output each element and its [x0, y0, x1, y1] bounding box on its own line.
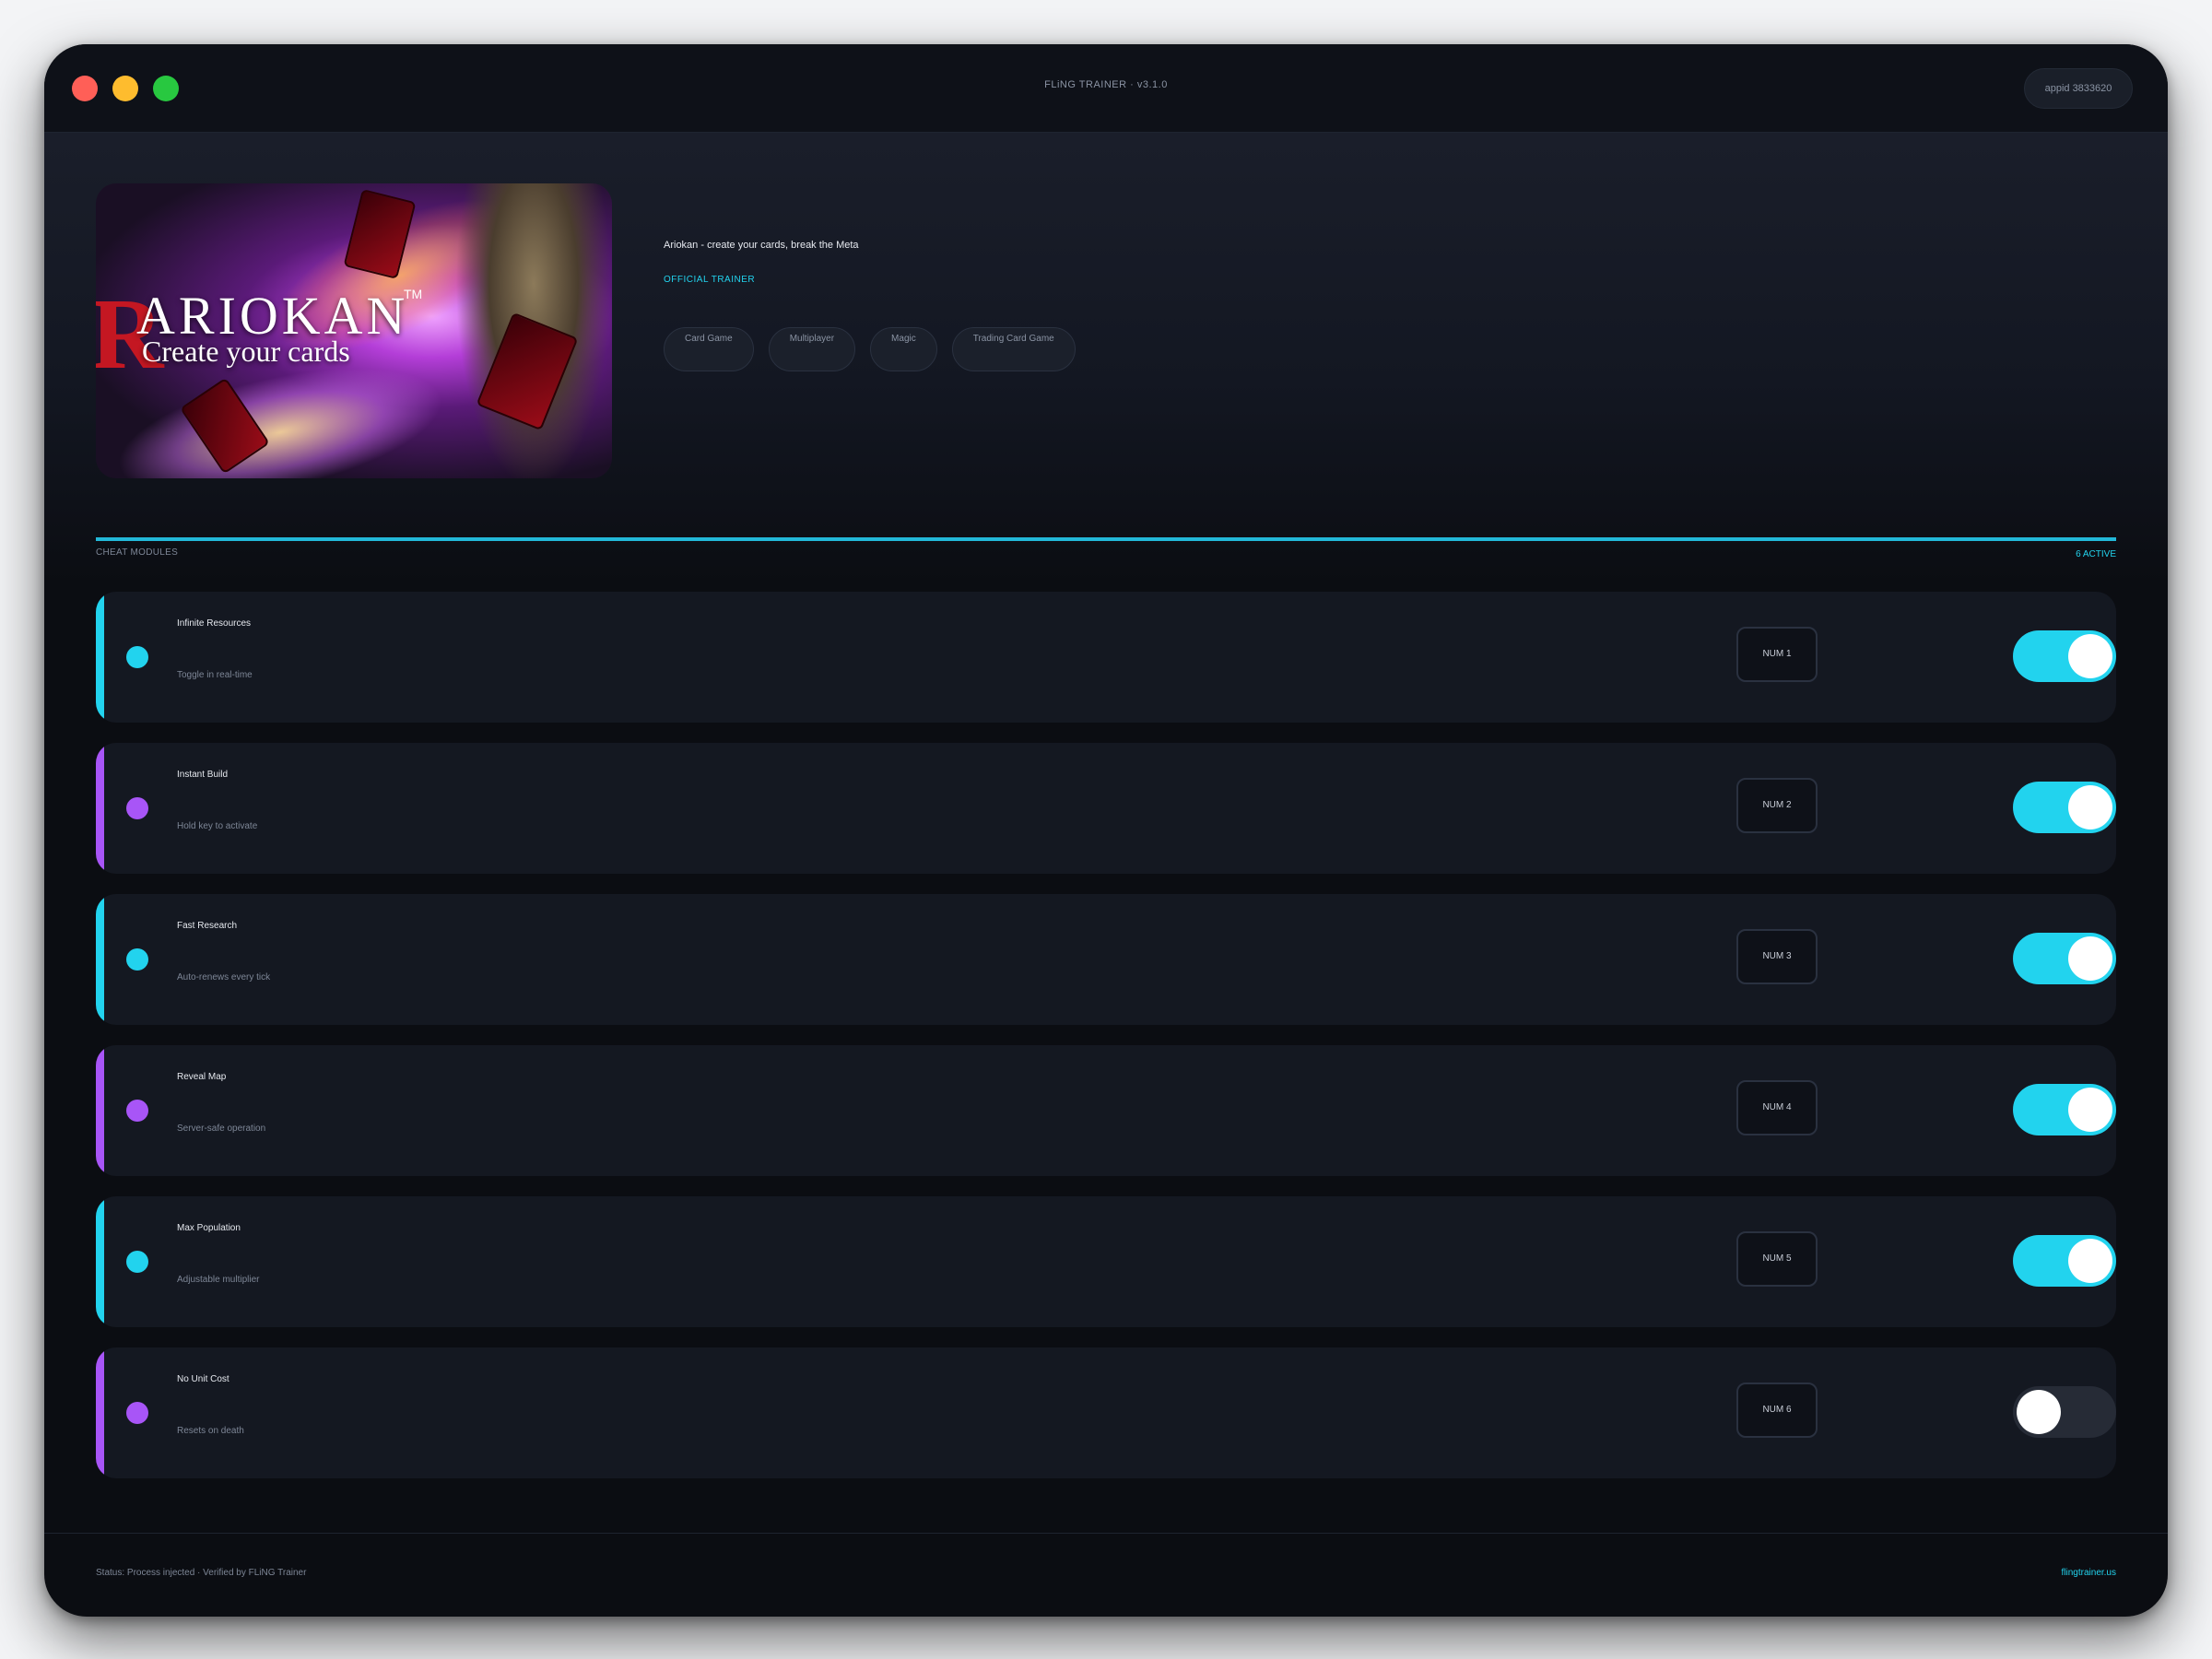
genre-tags: Card Game Multiplayer Magic Trading Card… [664, 327, 1076, 371]
cheat-row: No Unit Cost Resets on death NUM 6 [96, 1347, 2116, 1478]
accent-bar [96, 1196, 104, 1327]
tag-multiplayer[interactable]: Multiplayer [768, 327, 856, 371]
status-indicator-dot [126, 1100, 148, 1122]
status-indicator-dot [126, 1251, 148, 1273]
cheat-toggle[interactable] [2013, 1386, 2116, 1438]
official-trainer-label: OFFICIAL TRAINER [664, 275, 756, 285]
accent-bar [96, 894, 104, 1025]
section-divider [96, 537, 2116, 541]
cheat-toggle[interactable] [2013, 1235, 2116, 1287]
cheat-row: Instant Build Hold key to activate NUM 2 [96, 743, 2116, 874]
hotkey-button[interactable]: NUM 2 [1736, 778, 1818, 833]
footer-divider [44, 1533, 2168, 1534]
hotkey-button[interactable]: NUM 1 [1736, 627, 1818, 682]
cheat-row: Fast Research Auto-renews every tick NUM 3 [96, 894, 2116, 1025]
cheat-description: Toggle in real-time [177, 670, 253, 680]
cheat-name: Instant Build [177, 770, 229, 780]
hotkey-button[interactable]: NUM 3 [1736, 929, 1818, 984]
accent-bar [96, 743, 104, 874]
cheat-name: Infinite Resources [177, 618, 252, 629]
hotkey-button[interactable]: NUM 5 [1736, 1231, 1818, 1287]
hotkey-button[interactable]: NUM 6 [1736, 1382, 1818, 1438]
status-indicator-dot [126, 948, 148, 971]
accent-bar [96, 1347, 104, 1478]
toggle-knob [2017, 1390, 2061, 1434]
cheat-description: Hold key to activate [177, 821, 258, 831]
cheat-toggle[interactable] [2013, 933, 2116, 984]
accent-bar [96, 1045, 104, 1176]
cheat-name: No Unit Cost [177, 1374, 229, 1384]
tag-trading-card-game[interactable]: Trading Card Game [951, 327, 1076, 371]
cheat-description: Server-safe operation [177, 1124, 266, 1134]
game-cover-image: R ARIOKAN TM Create your cards [96, 183, 612, 478]
toggle-knob [2068, 785, 2112, 830]
toggle-knob [2068, 1088, 2112, 1132]
status-indicator-dot [126, 797, 148, 819]
trainer-window: FLiNG TRAINER · v3.1.0 appid 3833620 R A… [44, 44, 2168, 1617]
tag-card-game[interactable]: Card Game [664, 327, 754, 371]
cheat-toggle[interactable] [2013, 1084, 2116, 1135]
cheat-description: Resets on death [177, 1426, 244, 1436]
status-indicator-dot [126, 1402, 148, 1424]
game-title: Ariokan - create your cards, break the M… [664, 240, 859, 251]
game-header: R ARIOKAN TM Create your cards Ariokan -… [44, 133, 2168, 584]
cheat-name: Reveal Map [177, 1072, 227, 1082]
appid-badge: appid 3833620 [2024, 68, 2133, 109]
tag-magic[interactable]: Magic [870, 327, 937, 371]
section-label: CHEAT MODULES [96, 547, 179, 558]
status-indicator-dot [126, 646, 148, 668]
cheat-row: Infinite Resources Toggle in real-time NUM… [96, 592, 2116, 723]
cheat-name: Max Population [177, 1223, 241, 1233]
cheat-description: Adjustable multiplier [177, 1275, 260, 1285]
window-title: FLiNG TRAINER · v3.1.0 [1044, 79, 1168, 90]
cheat-toggle[interactable] [2013, 782, 2116, 833]
cheat-toggle[interactable] [2013, 630, 2116, 682]
hotkey-button[interactable]: NUM 4 [1736, 1080, 1818, 1135]
status-text: Status: Process injected · Verified by F… [96, 1568, 307, 1578]
website-link[interactable]: flingtrainer.us [2062, 1568, 2116, 1578]
active-count: 6 ACTIVE [2076, 549, 2116, 559]
cheat-name: Fast Research [177, 921, 238, 931]
toggle-knob [2068, 936, 2112, 981]
cheat-row: Max Population Adjustable multiplier NUM 5 [96, 1196, 2116, 1327]
cover-tagline: Create your cards [142, 335, 350, 368]
cheat-description: Auto-renews every tick [177, 972, 271, 982]
cheat-row: Reveal Map Server-safe operation NUM 4 [96, 1045, 2116, 1176]
title-bar: FLiNG TRAINER · v3.1.0 appid 3833620 [44, 44, 2168, 133]
toggle-knob [2068, 634, 2112, 678]
toggle-knob [2068, 1239, 2112, 1283]
accent-bar [96, 592, 104, 723]
